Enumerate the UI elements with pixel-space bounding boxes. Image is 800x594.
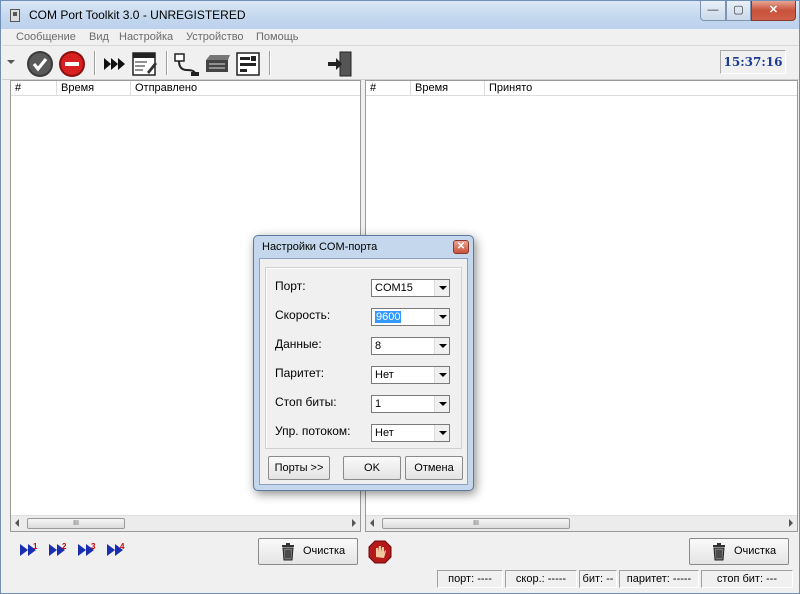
stop-bits-value: 1 [375, 398, 382, 410]
edit-table-icon[interactable] [131, 50, 159, 78]
sent-scrollbar[interactable]: III [11, 515, 360, 531]
status-bits: бит: -- [579, 570, 617, 588]
status-stopbits: стоп бит: --- [701, 570, 793, 588]
macro-4-button[interactable]: 4 [106, 541, 128, 559]
scroll-thumb[interactable]: III [382, 518, 570, 529]
speed-value: 9600 [375, 311, 402, 323]
macro-1-button[interactable]: 1 [19, 541, 41, 559]
scroll-left-arrow-icon[interactable] [15, 519, 19, 527]
status-bar: порт: ---- скор.: ----- бит: -- паритет:… [2, 567, 799, 593]
maximize-button[interactable]: ▢ [726, 1, 751, 21]
clear-sent-label: Очистка [303, 545, 346, 557]
check-icon[interactable] [26, 50, 54, 78]
window-title: COM Port Toolkit 3.0 - UNREGISTERED [29, 8, 246, 22]
chevron-down-icon[interactable] [434, 367, 449, 383]
toolbar-separator [166, 51, 168, 75]
parity-select[interactable]: Нет [371, 366, 450, 384]
app-icon [10, 9, 20, 22]
col-number[interactable]: # [366, 81, 411, 96]
clear-received-label: Очистка [734, 545, 777, 557]
menu-view[interactable]: Вид [89, 31, 109, 43]
scroll-thumb[interactable]: III [27, 518, 125, 529]
device-icon[interactable] [203, 50, 231, 78]
ok-button[interactable]: OK [343, 456, 401, 480]
macro-2-button[interactable]: 2 [48, 541, 70, 559]
clear-received-button[interactable]: Очистка [689, 538, 789, 565]
speed-select[interactable]: 9600 [371, 308, 450, 326]
received-scrollbar[interactable]: III [366, 515, 797, 531]
menu-settings[interactable]: Настройка [119, 31, 173, 43]
chevron-down-icon[interactable] [434, 425, 449, 441]
cancel-button[interactable]: Отмена [405, 456, 463, 480]
flow-control-label: Упр. потоком: [275, 424, 351, 438]
port-select[interactable]: COM15 [371, 279, 450, 297]
col-time[interactable]: Время [411, 81, 485, 96]
flow-control-value: Нет [375, 427, 394, 439]
stop-icon[interactable] [58, 50, 86, 78]
minimize-button[interactable]: — [700, 1, 726, 21]
toolbar-separator [269, 51, 271, 75]
status-speed: скор.: ----- [505, 570, 577, 588]
trash-icon [713, 543, 725, 561]
status-port: порт: ---- [437, 570, 503, 588]
trash-icon [282, 543, 294, 561]
stop-bits-select[interactable]: 1 [371, 395, 450, 413]
scroll-right-arrow-icon[interactable] [352, 519, 356, 527]
sent-table-header: # Время Отправлено [11, 81, 360, 96]
menu-help[interactable]: Помощь [256, 31, 299, 43]
port-value: COM15 [375, 282, 413, 294]
stop-hand-icon[interactable] [368, 540, 392, 564]
svg-text:3: 3 [91, 542, 96, 551]
scroll-right-arrow-icon[interactable] [789, 519, 793, 527]
dialog-title: Настройки COM-порта [262, 241, 378, 253]
scroll-left-arrow-icon[interactable] [370, 519, 374, 527]
menu-bar: Сообщение Вид Настройка Устройство Помощ… [2, 29, 799, 46]
close-button[interactable]: ✕ [751, 1, 796, 21]
menu-message[interactable]: Сообщение [16, 31, 76, 43]
speed-label: Скорость: [275, 308, 331, 322]
settings-panel-icon[interactable] [234, 50, 262, 78]
status-parity: паритет: ----- [619, 570, 699, 588]
toolbar: 15:37:16 [2, 47, 799, 80]
dropdown-arrow-icon[interactable] [7, 60, 15, 64]
port-label: Порт: [275, 279, 306, 293]
fast-forward-icon[interactable] [101, 50, 129, 78]
svg-text:4: 4 [120, 542, 125, 551]
svg-text:1: 1 [33, 542, 38, 551]
ports-button[interactable]: Порты >> [268, 456, 330, 480]
col-time[interactable]: Время [57, 81, 131, 96]
col-number[interactable]: # [11, 81, 57, 96]
col-received[interactable]: Принято [485, 81, 799, 96]
parity-label: Паритет: [275, 366, 325, 380]
connector-icon[interactable] [173, 50, 201, 78]
chevron-down-icon[interactable] [434, 309, 449, 325]
svg-text:2: 2 [62, 542, 67, 551]
data-bits-value: 8 [375, 340, 382, 352]
data-bits-label: Данные: [275, 337, 322, 351]
title-bar: COM Port Toolkit 3.0 - UNREGISTERED — ▢ … [1, 1, 799, 29]
clock-display: 15:37:16 [720, 50, 786, 74]
flow-control-select[interactable]: Нет [371, 424, 450, 442]
dialog-close-button[interactable]: ✕ [453, 240, 469, 254]
chevron-down-icon[interactable] [434, 338, 449, 354]
received-table-header: # Время Принято [366, 81, 797, 96]
macro-3-button[interactable]: 3 [77, 541, 99, 559]
menu-device[interactable]: Устройство [186, 31, 244, 43]
stop-bits-label: Стоп биты: [275, 395, 337, 409]
clear-sent-button[interactable]: Очистка [258, 538, 358, 565]
dialog-body: Порт: COM15 Скорость: 9600 Данные: 8 Пар… [259, 258, 468, 485]
col-sent[interactable]: Отправлено [131, 81, 362, 96]
parity-value: Нет [375, 369, 394, 381]
chevron-down-icon[interactable] [434, 396, 449, 412]
data-bits-select[interactable]: 8 [371, 337, 450, 355]
toolbar-separator [94, 51, 96, 75]
exit-icon[interactable] [326, 50, 354, 78]
chevron-down-icon[interactable] [434, 280, 449, 296]
com-settings-dialog: Настройки COM-порта ✕ Порт: COM15 Скорос… [253, 235, 474, 491]
